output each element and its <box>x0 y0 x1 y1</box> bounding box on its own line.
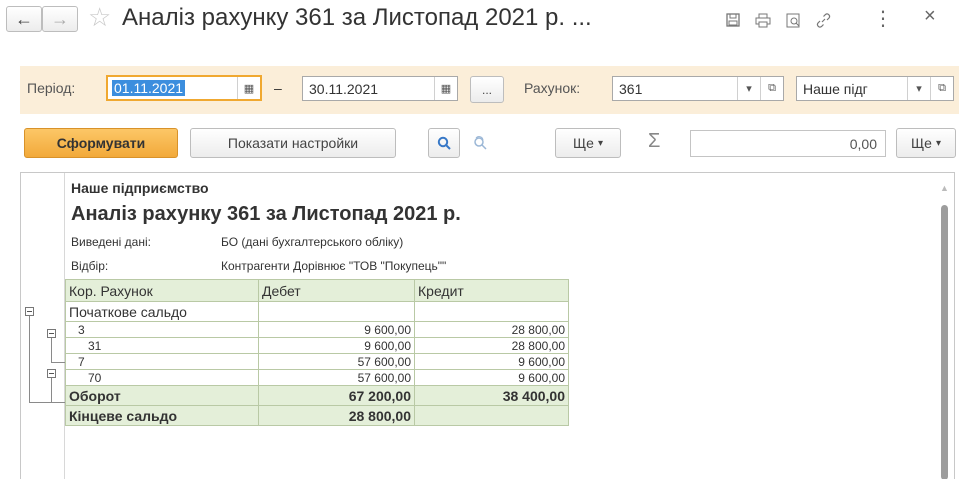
grouping-gutter <box>21 173 65 479</box>
filter-value: Контрагенти Дорівнює "ТОВ "Покупець"" <box>221 259 447 273</box>
generate-button[interactable]: Сформувати <box>24 128 178 158</box>
date-dash: – <box>274 80 282 96</box>
account-cell: 3 <box>65 321 259 338</box>
turnover-label: Оборот <box>65 385 259 406</box>
table-row-closing: Кінцеве сальдо 28 800,00 <box>65 405 569 426</box>
date-from-field[interactable]: 01.11.2021 ▦ <box>106 75 262 101</box>
window-title: Аналіз рахунку 361 за Листопад 2021 р. .… <box>122 4 592 31</box>
calendar-icon[interactable]: ▦ <box>238 82 260 95</box>
column-header: Кредит <box>414 279 569 302</box>
debit-cell: 57 600,00 <box>258 369 415 386</box>
closing-label: Кінцеве сальдо <box>65 405 259 426</box>
organization-field[interactable]: Наше підг ▾ ⧉ <box>796 76 954 101</box>
table-row: 70 57 600,00 9 600,00 <box>65 369 569 386</box>
print-icon[interactable] <box>752 9 774 31</box>
chevron-down-icon[interactable]: ▾ <box>908 82 930 95</box>
show-settings-button[interactable]: Показати настройки <box>190 128 396 158</box>
sum-field: 0,00 <box>690 130 886 157</box>
more-menu-button[interactable]: ⋮ <box>873 6 893 31</box>
turnover-credit: 38 400,00 <box>414 385 569 406</box>
more-actions-button[interactable]: Ще ▾ <box>555 128 621 158</box>
filter-label: Відбір: <box>71 259 109 273</box>
report-company: Наше підприємство <box>71 180 209 196</box>
arrow-right-icon: → <box>51 8 69 29</box>
search-button[interactable] <box>428 128 460 158</box>
closing-credit <box>414 405 569 426</box>
more-actions-label-2: Ще <box>911 135 932 151</box>
period-label: Період: <box>27 80 76 96</box>
sum-value: 0,00 <box>849 135 877 152</box>
forward-button[interactable]: → <box>42 6 78 32</box>
credit-cell: 9 600,00 <box>414 353 569 370</box>
account-value: 361 <box>619 80 643 97</box>
account-cell: 31 <box>65 337 259 354</box>
date-to-value: 30.11.2021 <box>309 80 379 97</box>
column-header: Дебет <box>258 279 415 302</box>
shown-data-label: Виведені дані: <box>71 235 151 249</box>
sigma-icon: Σ <box>648 130 661 152</box>
shown-data-value: БО (дані бухгалтерського обліку) <box>221 235 404 249</box>
collapse-icon[interactable] <box>47 329 56 338</box>
report-area[interactable]: Наше підприємство Аналіз рахунку 361 за … <box>20 172 955 479</box>
search-icon <box>437 136 451 150</box>
closing-debit: 28 800,00 <box>258 405 415 426</box>
chevron-down-icon[interactable]: ▾ <box>738 82 760 95</box>
open-icon[interactable]: ⧉ <box>931 82 953 95</box>
period-select-button[interactable]: ... <box>470 76 504 103</box>
save-icon[interactable] <box>722 9 744 31</box>
credit-cell: 28 800,00 <box>414 321 569 338</box>
table-row: Початкове сальдо <box>65 301 569 322</box>
more-actions-label: Ще <box>573 135 594 151</box>
organization-value: Наше підг <box>803 80 868 97</box>
account-label: Рахунок: <box>524 80 581 96</box>
table-row: 7 57 600,00 9 600,00 <box>65 353 569 370</box>
debit-cell: 9 600,00 <box>258 337 415 354</box>
arrow-left-icon: ← <box>15 8 33 29</box>
table-row: 3 9 600,00 28 800,00 <box>65 321 569 338</box>
ellipsis-label: ... <box>481 82 492 97</box>
debit-cell: 57 600,00 <box>258 353 415 370</box>
date-to-field[interactable]: 30.11.2021 ▦ <box>302 76 458 101</box>
table-header: Кор. Рахунок Дебет Кредит <box>65 279 569 302</box>
close-button[interactable]: × <box>924 5 936 28</box>
account-cell: 70 <box>65 369 259 386</box>
link-icon[interactable] <box>812 9 834 31</box>
credit-cell: 28 800,00 <box>414 337 569 354</box>
open-icon[interactable]: ⧉ <box>761 82 783 95</box>
vertical-scrollbar[interactable] <box>941 205 948 479</box>
debit-cell: 9 600,00 <box>258 321 415 338</box>
collapse-icon[interactable] <box>47 369 56 378</box>
report-table: Кор. Рахунок Дебет Кредит Початкове саль… <box>65 279 569 426</box>
column-header: Кор. Рахунок <box>65 279 259 302</box>
chevron-down-icon: ▾ <box>935 137 941 149</box>
show-settings-label: Показати настройки <box>227 135 359 151</box>
account-cell: 7 <box>65 353 259 370</box>
scroll-up-icon[interactable]: ▲ <box>940 183 949 193</box>
preview-icon[interactable] <box>782 9 804 31</box>
credit-cell: 9 600,00 <box>414 369 569 386</box>
generate-label: Сформувати <box>56 135 146 151</box>
search-next-icon <box>473 135 487 150</box>
collapse-icon[interactable] <box>25 307 34 316</box>
more-actions-button-2[interactable]: Ще ▾ <box>896 128 956 158</box>
table-row: 31 9 600,00 28 800,00 <box>65 337 569 354</box>
search-next-button[interactable] <box>464 128 496 158</box>
chevron-down-icon: ▾ <box>597 137 603 149</box>
back-button[interactable]: ← <box>6 6 42 32</box>
date-from-value: 01.11.2021 <box>112 80 186 96</box>
opening-balance-label: Початкове сальдо <box>65 301 259 322</box>
turnover-debit: 67 200,00 <box>258 385 415 406</box>
calendar-icon[interactable]: ▦ <box>435 82 457 95</box>
table-row-turnover: Оборот 67 200,00 38 400,00 <box>65 385 569 406</box>
star-icon[interactable]: ☆ <box>88 2 111 33</box>
account-field[interactable]: 361 ▾ ⧉ <box>612 76 784 101</box>
report-title: Аналіз рахунку 361 за Листопад 2021 р. <box>71 203 461 225</box>
